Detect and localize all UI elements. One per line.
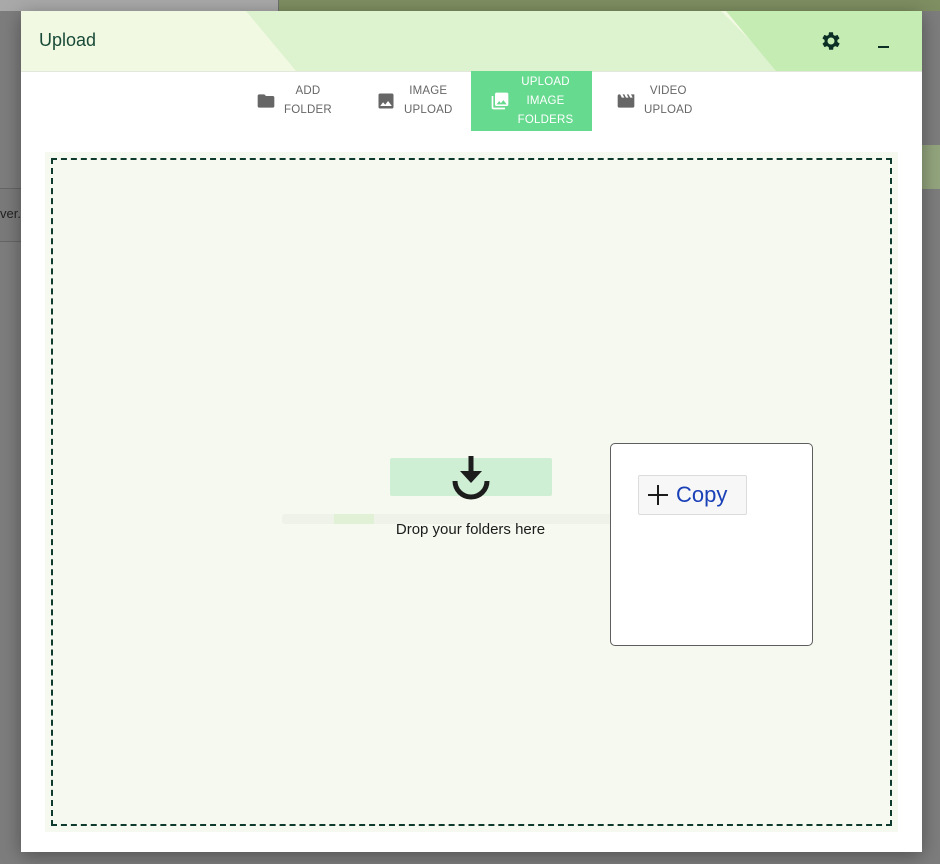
background-toolbar xyxy=(0,0,940,11)
background-search-area xyxy=(0,0,279,11)
dialog-header: Upload xyxy=(21,11,922,72)
tab-label: IMAGE UPLOAD xyxy=(404,85,453,116)
copy-button[interactable]: Copy xyxy=(638,475,747,515)
minimize-icon[interactable] xyxy=(873,31,895,53)
background-panel-edge xyxy=(922,145,940,189)
header-wash xyxy=(246,11,922,71)
download-icon xyxy=(452,456,490,500)
upload-dialog: Upload ADD FOLDER IMAGE UPLOAD UPLOAD IMAGE… xyxy=(21,11,922,852)
tab-upload-image-folders[interactable]: UPLOAD IMAGE FOLDERS xyxy=(471,71,592,131)
tab-video-upload[interactable]: VIDEO UPLOAD xyxy=(616,71,726,131)
background-truncated-text: ver. xyxy=(0,206,21,221)
video-icon xyxy=(617,94,635,108)
image-folders-icon xyxy=(491,92,508,110)
copy-button-label: Copy xyxy=(676,482,728,507)
tab-image-upload[interactable]: IMAGE UPLOAD xyxy=(376,71,476,131)
tab-add-folder[interactable]: ADD FOLDER xyxy=(256,71,358,131)
copy-popup: Copy xyxy=(610,443,813,646)
tab-label: ADD FOLDER xyxy=(284,85,332,116)
dropzone-label: Drop your folders here xyxy=(395,521,546,538)
plus-icon xyxy=(648,485,668,505)
gear-icon[interactable] xyxy=(819,29,843,53)
folder-dropzone[interactable]: Drop your folders here Copy xyxy=(45,152,898,832)
tab-label: UPLOAD IMAGE FOLDERS xyxy=(517,75,574,126)
tab-label: VIDEO UPLOAD xyxy=(644,85,693,116)
folder-icon xyxy=(257,94,275,108)
background-banner xyxy=(279,0,940,11)
image-icon xyxy=(378,93,394,109)
dialog-title: Upload xyxy=(39,30,97,50)
